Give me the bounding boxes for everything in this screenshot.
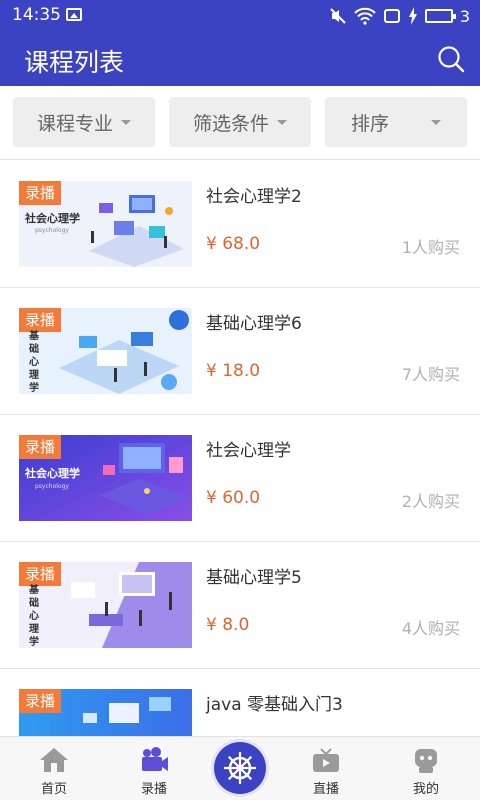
tv-icon [313,748,339,772]
course-item[interactable]: 录播 java 零基础入门3 [0,669,480,736]
caret-down-icon [121,119,131,125]
filter-conditions-dropdown[interactable]: 筛选条件 [169,97,311,147]
nav-home-label: 首页 [40,782,67,797]
nav-profile[interactable]: 我的 [378,737,474,800]
recorded-badge: 录播 [19,181,62,205]
filter-major-label: 课程专业 [36,112,113,135]
course-thumbnail: 录播 [19,689,192,736]
ship-wheel-icon [224,752,256,784]
thumbnail-subcaption: psychology [35,227,69,234]
course-title: 基础心理学5 [206,568,302,588]
course-price: ¥ 68.0 [206,234,261,254]
search-icon[interactable] [436,44,466,74]
nav-home[interactable]: 首页 [6,737,102,800]
robot-icon [415,749,437,773]
battery-level: 3 [459,6,470,26]
course-thumbnail: 录播 社会心理学 psychology [19,181,192,267]
page-title: 课程列表 [24,48,125,77]
course-title: 社会心理学 [206,441,291,461]
filter-bar: 课程专业 筛选条件 排序 [0,86,480,160]
charging-icon [408,7,417,25]
course-buyers: 1人购买 [401,238,460,257]
image-icon [66,8,82,21]
sort-label: 排序 [350,112,389,135]
course-item[interactable]: 录播 基础心理学 基础心理学5 ¥ 8.0 4人购买 [0,542,480,669]
home-icon [40,748,68,772]
course-buyers: 4人购买 [401,619,460,638]
battery-icon [424,9,456,23]
nav-profile-label: 我的 [412,782,439,797]
recorded-badge: 录播 [19,689,62,713]
mute-icon [330,8,346,24]
course-price: ¥ 18.0 [206,361,261,381]
course-thumbnail: 录播 基础心理学 [19,562,192,648]
nav-live[interactable]: 直播 [278,737,374,800]
nav-center-button[interactable] [214,742,266,794]
recorded-badge: 录播 [19,308,62,332]
recorded-badge: 录播 [19,562,62,586]
video-camera-icon [142,747,168,771]
thumbnail-caption: 社会心理学 [25,212,80,225]
course-price: ¥ 8.0 [206,615,250,635]
thumbnail-caption: 社会心理学 [25,467,80,480]
screen-icon [383,9,400,23]
wifi-icon [354,7,376,25]
course-title: 社会心理学2 [206,187,302,207]
thumbnail-subcaption: psychology [35,483,69,490]
course-buyers: 2人购买 [401,492,460,511]
course-title: java 零基础入门3 [206,695,343,715]
sort-dropdown[interactable]: 排序 [325,97,467,147]
course-item[interactable]: 录播 社会心理学 psychology 社会心理学 ¥ 60.0 2人购买 [0,415,480,542]
app-bar: 课程列表 [0,32,480,86]
course-buyers: 7人购买 [401,365,460,384]
thumbnail-caption: 基础心理学 [29,585,39,648]
course-item[interactable]: 录播 社会心理学 psychology 社会心理学2 ¥ 68.0 1人购买 [0,161,480,288]
caret-down-icon [431,119,441,125]
course-thumbnail: 录播 基础心理学 [19,308,192,394]
caret-down-icon [277,119,287,125]
thumbnail-caption: 基础心理学 [29,331,39,394]
nav-live-label: 直播 [312,782,339,797]
course-thumbnail: 录播 社会心理学 psychology [19,435,192,521]
nav-recorded[interactable]: 录播 [106,737,202,800]
filter-major-dropdown[interactable]: 课程专业 [13,97,155,147]
status-time: 14:35 [12,5,61,25]
course-title: 基础心理学6 [206,314,302,334]
course-item[interactable]: 录播 基础心理学 基础心理学6 ¥ 18.0 7人购买 [0,288,480,415]
status-bar: 14:35 3 [0,0,480,32]
course-price: ¥ 60.0 [206,488,261,508]
bottom-nav: 首页 录播 直播 我的 [0,736,480,800]
nav-recorded-label: 录播 [140,782,167,797]
status-icons: 3 [329,4,470,28]
filter-conditions-label: 筛选条件 [192,112,269,135]
recorded-badge: 录播 [19,435,62,459]
course-list[interactable]: 录播 社会心理学 psychology 社会心理学2 ¥ 68.0 1人购买 录… [0,161,480,736]
